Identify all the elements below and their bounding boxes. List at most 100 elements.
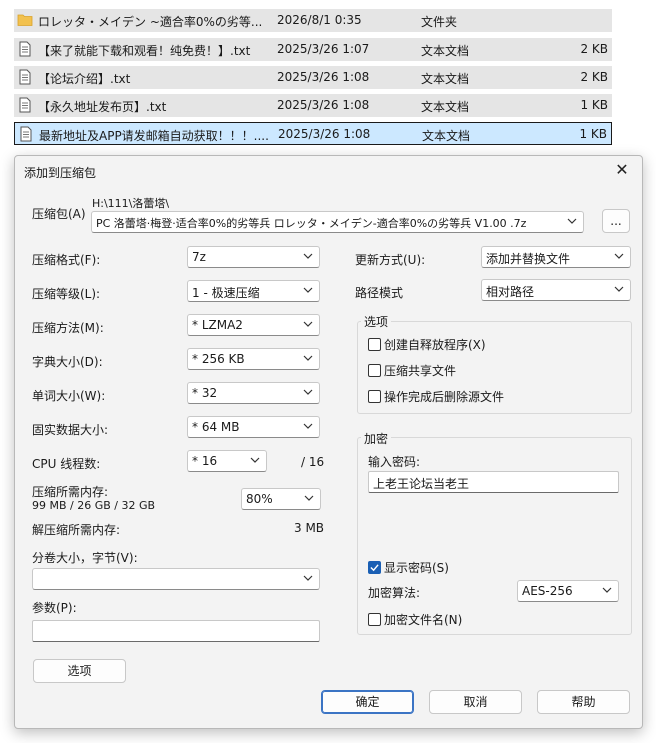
chevron-down-icon xyxy=(303,575,313,581)
chevron-down-icon xyxy=(602,587,612,593)
update-value: 添加并替换文件 xyxy=(486,252,571,266)
file-type: 文本文档 xyxy=(422,129,471,143)
path-mode-select[interactable]: 相对路径 xyxy=(481,279,631,301)
level-select[interactable]: 1 - 极速压缩 xyxy=(187,280,320,302)
checkbox-box xyxy=(368,338,381,351)
chevron-down-icon xyxy=(250,457,260,463)
solid-select[interactable]: * 64 MB xyxy=(187,416,320,438)
solid-label: 固实数据大小: xyxy=(32,423,109,437)
chevron-down-icon xyxy=(303,389,313,395)
file-row[interactable]: ロレッタ・メイデン ~適合率0%の劣等... 2026/8/1 0:35 文件夹 xyxy=(14,9,612,32)
word-value: * 32 xyxy=(192,386,218,400)
add-to-archive-dialog: 添加到压缩包 ✕ 压缩包(A) H:\111\洛蕾塔\ PC 洛蕾塔·梅登·适合… xyxy=(14,155,643,729)
params-label: 参数(P): xyxy=(32,601,77,615)
file-type: 文本文档 xyxy=(421,100,470,114)
format-value: 7z xyxy=(192,250,206,264)
method-value: * LZMA2 xyxy=(192,318,243,332)
enc-method-label: 加密算法: xyxy=(368,586,421,600)
file-name: 【永久地址发布页】.txt xyxy=(38,100,167,114)
split-label: 分卷大小，字节(V): xyxy=(32,551,138,565)
delete-source-checkbox[interactable]: 操作完成后删除源文件 xyxy=(368,388,504,405)
file-row[interactable]: 【来了就能下载和观看！纯免费！】.txt 2025/3/26 1:07 文本文档 2 … xyxy=(14,38,612,61)
enc-method-select[interactable]: AES-256 xyxy=(517,580,619,602)
shared-checkbox[interactable]: 压缩共享文件 xyxy=(368,362,456,379)
chevron-down-icon xyxy=(303,253,313,259)
file-size: 2 KB xyxy=(580,42,608,56)
file-row[interactable]: 【永久地址发布页】.txt 2025/3/26 1:08 文本文档 1 KB xyxy=(14,94,612,117)
encrypt-names-label: 加密文件名(N) xyxy=(384,613,463,627)
shared-label: 压缩共享文件 xyxy=(384,364,457,378)
archive-name-combo[interactable]: PC 洛蕾塔·梅登·适合率0%的劣等兵 ロレッタ・メイデン-適合率0%の劣等兵 … xyxy=(91,211,584,233)
solid-value: * 64 MB xyxy=(192,420,240,434)
format-label: 压缩格式(F): xyxy=(32,253,101,267)
checkbox-box xyxy=(368,613,381,626)
folder-icon xyxy=(17,12,33,28)
cpu-select[interactable]: * 16 xyxy=(187,450,267,472)
method-select[interactable]: * LZMA2 xyxy=(187,314,320,336)
level-label: 压缩等级(L): xyxy=(32,287,101,301)
chevron-down-icon xyxy=(303,423,313,429)
sfx-checkbox[interactable]: 创建自释放程序(X) xyxy=(368,336,486,353)
password-label: 输入密码: xyxy=(368,455,421,469)
chevron-down-icon xyxy=(303,287,313,293)
delete-source-label: 操作完成后删除源文件 xyxy=(384,390,505,404)
checkbox-box xyxy=(368,390,381,403)
browse-button[interactable]: ... xyxy=(602,209,630,233)
show-password-checkbox[interactable]: 显示密码(S) xyxy=(368,559,449,576)
close-icon[interactable]: ✕ xyxy=(612,160,632,180)
mem-percent-value: 80% xyxy=(246,492,273,506)
format-select[interactable]: 7z xyxy=(187,246,320,268)
chevron-down-icon xyxy=(304,495,314,501)
file-size: 1 KB xyxy=(579,127,607,141)
text-file-icon xyxy=(17,41,33,57)
mem-comp-value: 99 MB / 26 GB / 32 GB xyxy=(32,499,156,512)
word-label: 单词大小(W): xyxy=(32,389,106,403)
file-name: 【来了就能下载和观看！纯免费！】.txt xyxy=(38,44,251,58)
path-mode-label: 路径模式 xyxy=(355,286,404,300)
file-type: 文本文档 xyxy=(421,72,470,86)
file-date: 2025/3/26 1:08 xyxy=(277,70,370,84)
split-select[interactable] xyxy=(32,568,320,590)
dialog-title: 添加到压缩包 xyxy=(24,166,97,180)
show-password-label: 显示密码(S) xyxy=(384,561,449,575)
level-value: 1 - 极速压缩 xyxy=(192,286,260,300)
cancel-button[interactable]: 取消 xyxy=(429,690,522,714)
checkbox-checked xyxy=(368,561,381,574)
encrypt-names-checkbox[interactable]: 加密文件名(N) xyxy=(368,611,462,628)
help-button[interactable]: 帮助 xyxy=(537,690,630,714)
archive-path: H:\111\洛蕾塔\ xyxy=(92,197,170,210)
params-input[interactable] xyxy=(32,620,320,642)
enc-method-value: AES-256 xyxy=(522,584,573,598)
dict-select[interactable]: * 256 KB xyxy=(187,348,320,370)
file-name: 【论坛介绍】.txt xyxy=(38,72,131,86)
mem-comp-label: 压缩所需内存: xyxy=(32,485,109,499)
ok-button[interactable]: 确定 xyxy=(321,690,414,714)
word-select[interactable]: * 32 xyxy=(187,382,320,404)
method-label: 压缩方法(M): xyxy=(32,321,104,335)
chevron-down-icon xyxy=(303,355,313,361)
file-size: 1 KB xyxy=(580,98,608,112)
path-mode-value: 相对路径 xyxy=(486,285,535,299)
cpu-value: * 16 xyxy=(192,454,218,468)
chevron-down-icon xyxy=(614,286,624,292)
chevron-down-icon xyxy=(303,321,313,327)
mem-decomp-value: 3 MB xyxy=(294,521,325,535)
archive-name-value: PC 洛蕾塔·梅登·适合率0%的劣等兵 ロレッタ・メイデン-適合率0%の劣等兵 … xyxy=(96,217,527,230)
encryption-group-title: 加密 xyxy=(361,430,392,447)
update-select[interactable]: 添加并替换文件 xyxy=(481,246,631,268)
file-row[interactable]: 最新地址及APP请发邮箱自动获取！！！.... 2025/3/26 1:08 文本文… xyxy=(14,122,612,145)
options-group-title: 选项 xyxy=(361,313,392,330)
password-input[interactable]: 上老王论坛当老王 xyxy=(368,471,619,493)
file-size: 2 KB xyxy=(580,70,608,84)
cpu-max: / 16 xyxy=(301,455,325,469)
file-type: 文本文档 xyxy=(421,44,470,58)
text-file-icon xyxy=(18,126,34,142)
options-button[interactable]: 选项 xyxy=(33,659,126,683)
checkbox-box xyxy=(368,364,381,377)
file-date: 2025/3/26 1:08 xyxy=(277,98,370,112)
text-file-icon xyxy=(17,69,33,85)
mem-decomp-label: 解压缩所需内存: xyxy=(32,523,121,537)
mem-percent-select[interactable]: 80% xyxy=(241,488,321,510)
file-row[interactable]: 【论坛介绍】.txt 2025/3/26 1:08 文本文档 2 KB xyxy=(14,66,612,89)
file-date: 2026/8/1 0:35 xyxy=(277,13,362,27)
